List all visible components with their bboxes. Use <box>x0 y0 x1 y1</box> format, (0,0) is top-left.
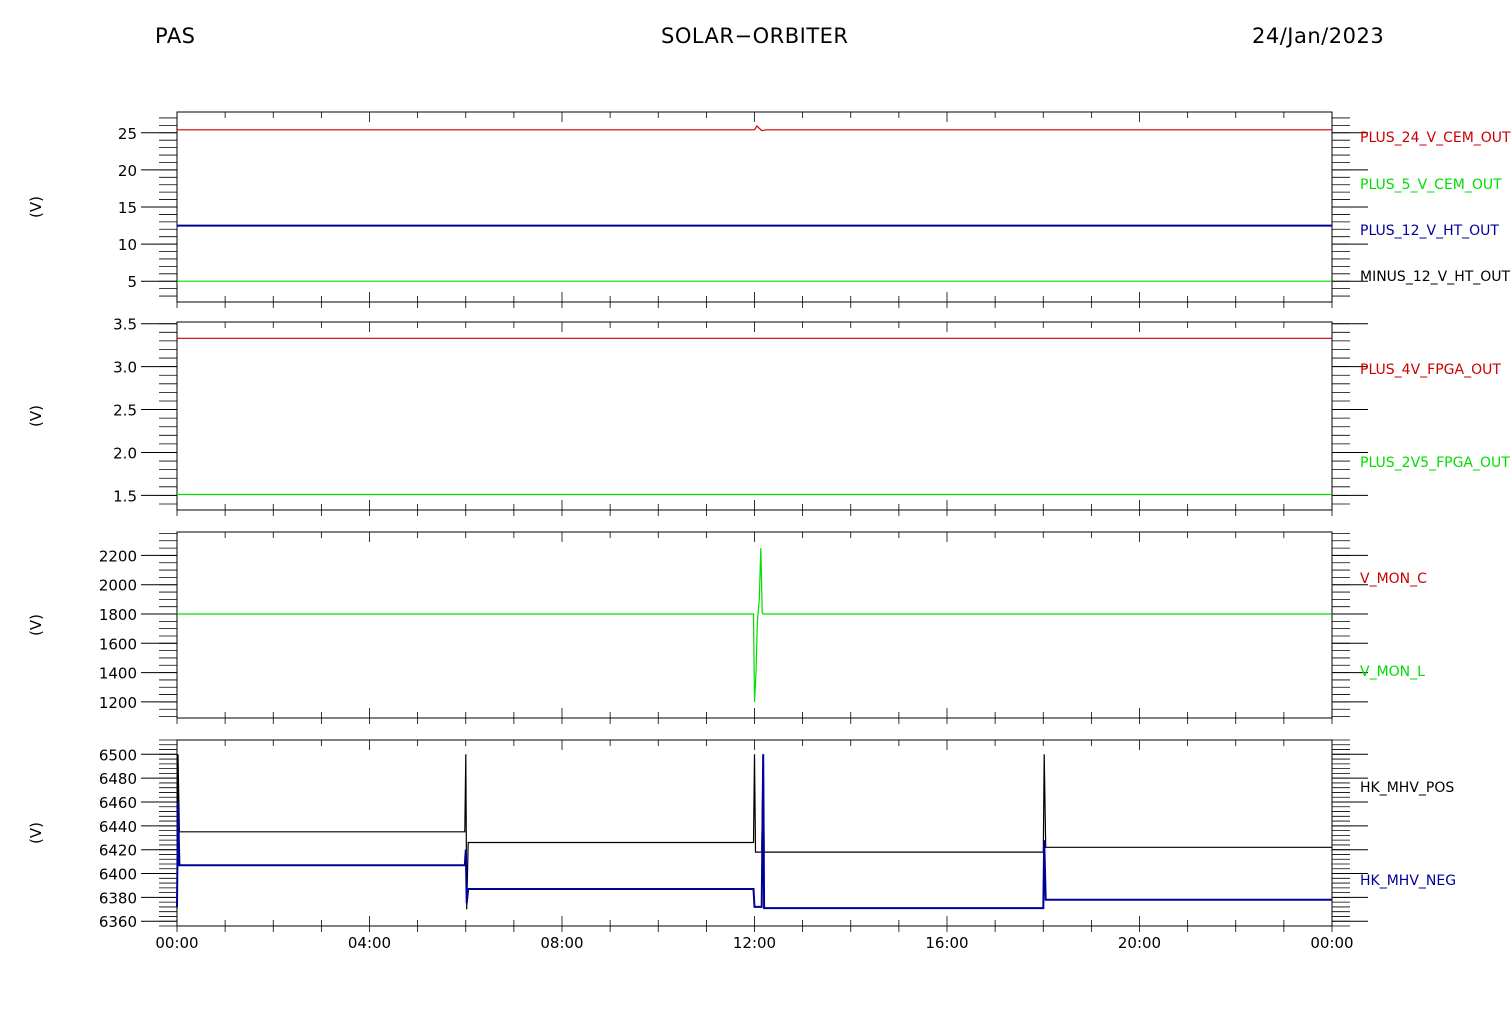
panel-2: 1.5 2.0 2.5 3.0 3.5 (V) PLUS_4V_FPGA_OUT PLUS_2… <box>27 316 1510 516</box>
legend-label: PLUS_5_V_CEM_OUT <box>1360 177 1502 193</box>
legend-label: PLUS_12_V_HT_OUT <box>1360 223 1499 239</box>
y-tick-label: 6360 <box>99 913 137 931</box>
series-line <box>177 125 1332 132</box>
y-tick-label: 6420 <box>99 842 137 860</box>
y-tick-label: 20 <box>118 162 137 180</box>
y-axis-label: (V) <box>27 405 45 427</box>
legend-label: PLUS_24_V_CEM_OUT <box>1360 130 1511 146</box>
plot-frame <box>176 321 1333 511</box>
y-tick-label: 1.5 <box>113 487 137 505</box>
y-tick-label: 10 <box>118 236 137 254</box>
panel-1: 5 10 15 20 25 (V) PLUS_24_V_CEM_OUT PLUS_5_V_CE… <box>27 111 1511 308</box>
y-axis-label: (V) <box>27 614 45 636</box>
panel-4: 6360 6380 6400 6420 6440 6460 6480 6500 (V) HK_MH… <box>27 739 1456 952</box>
legend-label: V_MON_L <box>1360 664 1425 680</box>
stacked-voltage-plots: 5 10 15 20 25 (V) PLUS_24_V_CEM_OUT PLUS_5_V_CE… <box>27 111 1511 952</box>
x-tick-label: 08:00 <box>540 934 583 952</box>
x-tick-label: 20:00 <box>1118 934 1161 952</box>
y-tick-label: 6400 <box>99 866 137 884</box>
legend-label: V_MON_C <box>1360 571 1427 587</box>
y-tick-label: 1400 <box>99 665 137 683</box>
y-tick-label: 1800 <box>99 606 137 624</box>
x-tick-label: 00:00 <box>155 934 198 952</box>
y-tick-label: 3.5 <box>113 316 137 334</box>
legend-label: HK_MHV_NEG <box>1360 873 1456 889</box>
y-tick-label: 25 <box>118 125 137 143</box>
legend-label: PLUS_2V5_FPGA_OUT <box>1360 455 1510 471</box>
y-tick-label: 6500 <box>99 746 137 764</box>
y-tick-label: 1600 <box>99 635 137 653</box>
x-tick-label: 04:00 <box>348 934 391 952</box>
series-line <box>176 754 1332 910</box>
x-tick-label: 00:00 <box>1310 934 1353 952</box>
y-axis-label: (V) <box>27 196 45 218</box>
y-tick-label: 2200 <box>99 547 137 565</box>
y-tick-label: 6440 <box>99 818 137 836</box>
plot-frame <box>176 111 1333 303</box>
y-tick-label: 6460 <box>99 794 137 812</box>
y-tick-label: 5 <box>127 273 137 291</box>
y-tick-label: 2.5 <box>113 402 137 420</box>
y-axis-label: (V) <box>27 822 45 844</box>
legend-label: MINUS_12_V_HT_OUT <box>1360 269 1511 285</box>
x-tick-label: 12:00 <box>733 934 776 952</box>
panel-3: 1200 1400 1600 1800 2000 2200 (V) V_MON_C V_MON_… <box>27 531 1427 724</box>
x-tick-label: 16:00 <box>925 934 968 952</box>
y-tick-label: 2.0 <box>113 444 137 462</box>
y-tick-label: 2000 <box>99 577 137 595</box>
y-tick-label: 1200 <box>99 694 137 712</box>
y-tick-label: 3.0 <box>113 359 137 377</box>
legend-label: PLUS_4V_FPGA_OUT <box>1360 362 1501 378</box>
y-tick-label: 15 <box>118 199 137 217</box>
y-tick-label: 6480 <box>99 770 137 788</box>
series-line <box>177 548 1332 702</box>
legend-label: HK_MHV_POS <box>1360 780 1454 796</box>
y-tick-label: 6380 <box>99 889 137 907</box>
